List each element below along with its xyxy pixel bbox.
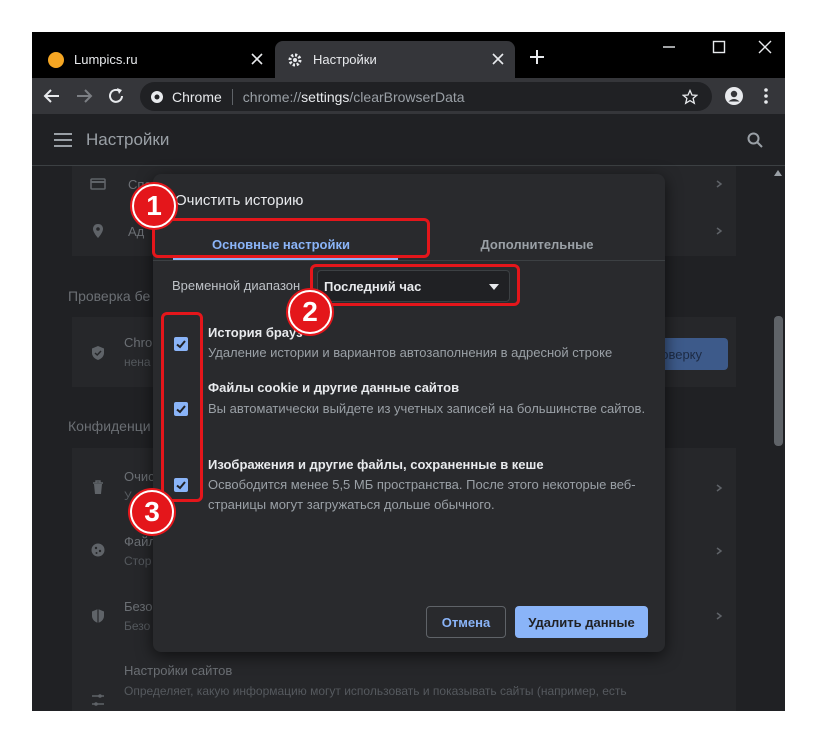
browser-window: Lumpics.ru Настройки Chrome chrome://set…	[32, 32, 785, 711]
minimize-icon[interactable]	[662, 40, 676, 54]
cancel-label: Отмена	[441, 614, 491, 630]
bookmark-star-icon[interactable]	[682, 89, 698, 105]
chevron-right-icon	[716, 547, 723, 555]
location-pin-icon	[93, 224, 103, 238]
delete-label: Удалить данные	[528, 614, 635, 630]
tab-settings[interactable]: Настройки	[275, 41, 515, 78]
annotation-badge-1: 1	[132, 184, 176, 228]
bg-section-safety-check: Проверка бе	[68, 288, 151, 304]
item-title-cookies: Файлы cookie и другие данные сайтов	[208, 380, 460, 395]
tab-advanced[interactable]: Дополнительные	[409, 224, 665, 264]
highlight-basic-tab	[152, 218, 430, 258]
bg-item-chrome-check-desc: нена	[124, 355, 151, 369]
dialog-divider	[153, 260, 665, 261]
chevron-right-icon	[716, 180, 723, 188]
close-tab-icon[interactable]	[491, 52, 505, 66]
settings-title: Настройки	[86, 130, 170, 149]
bg-item-clear-data-desc: У	[124, 489, 132, 503]
bg-item-site-settings: Настройки сайтов	[124, 663, 233, 678]
url-host: settings	[301, 88, 350, 105]
chevron-right-icon	[716, 227, 723, 235]
highlight-checkboxes	[161, 312, 203, 502]
annotation-badge-2: 2	[288, 290, 332, 334]
bg-item-cookies-desc: Стор	[124, 554, 152, 568]
tab-label: Настройки	[313, 52, 377, 67]
cookie-icon	[91, 543, 105, 557]
bg-item-security: Безо	[124, 599, 153, 614]
url-text: chrome://settings/clearBrowserData	[243, 89, 465, 105]
page-scrollbar[interactable]	[771, 166, 785, 711]
site-name: Chrome	[172, 88, 222, 105]
new-tab-plus-icon[interactable]	[529, 49, 545, 65]
item-desc-cache: Освободится менее 5,5 МБ пространства. П…	[208, 477, 636, 512]
bg-item-addresses: Ад	[128, 224, 145, 239]
back-arrow-icon[interactable]	[42, 86, 62, 106]
search-icon[interactable]	[747, 132, 763, 148]
settings-header: Настройки	[32, 114, 785, 166]
tab-strip: Lumpics.ru Настройки	[32, 32, 785, 78]
chrome-logo-icon	[151, 90, 163, 103]
shield-check-icon	[92, 346, 104, 360]
scroll-thumb[interactable]	[774, 316, 783, 446]
close-tab-icon[interactable]	[250, 52, 264, 66]
dialog-title: Очистить историю	[175, 192, 304, 209]
trash-icon	[93, 480, 103, 494]
bg-item-clear-data: Очис	[124, 469, 155, 484]
badge-number: 2	[302, 296, 318, 327]
tab-label: Lumpics.ru	[74, 52, 138, 67]
item-title-cache: Изображения и другие файлы, сохраненные …	[208, 457, 544, 472]
reload-icon[interactable]	[106, 86, 126, 106]
badge-number: 3	[144, 496, 160, 527]
hamburger-menu-icon[interactable]	[54, 132, 72, 148]
item-desc-history: Удаление истории и вариантов автозаполне…	[208, 345, 613, 360]
highlight-time-range	[310, 264, 520, 306]
bg-item-cookies: Файл	[124, 534, 156, 549]
time-range-label: Временной диапазон	[172, 278, 301, 293]
forward-arrow-icon[interactable]	[74, 86, 94, 106]
scroll-up-icon[interactable]	[774, 170, 782, 176]
url-prefix: chrome://	[242, 88, 302, 105]
gear-icon	[288, 53, 302, 66]
chevron-right-icon	[716, 484, 723, 492]
credit-card-icon	[90, 178, 106, 190]
profile-avatar-icon[interactable]	[724, 86, 744, 106]
item-title-history: История брауз	[208, 325, 303, 340]
tab-advanced-label: Дополнительные	[480, 236, 594, 252]
cancel-button[interactable]: Отмена	[426, 606, 506, 638]
security-shield-icon	[92, 609, 104, 623]
sliders-icon	[92, 694, 104, 706]
more-menu-icon[interactable]	[756, 86, 776, 106]
lumpics-favicon-icon	[48, 51, 64, 68]
bg-item-chrome-check: Chro	[124, 335, 153, 350]
bg-item-security-desc: Безо	[124, 619, 151, 633]
item-desc-cookies: Вы автоматически выйдете из учетных запи…	[208, 401, 646, 416]
url-path: /clearBrowserData	[349, 88, 465, 105]
badge-number: 1	[146, 190, 162, 221]
delete-data-button[interactable]: Удалить данные	[515, 606, 648, 638]
close-window-icon[interactable]	[758, 40, 772, 54]
maximize-icon[interactable]	[712, 40, 726, 54]
browser-toolbar: Chrome chrome://settings/clearBrowserDat…	[32, 78, 785, 114]
omnibox-separator	[231, 88, 233, 105]
chevron-right-icon	[716, 612, 723, 620]
address-bar[interactable]: Chrome chrome://settings/clearBrowserDat…	[140, 82, 712, 111]
bg-section-privacy: Конфиденци	[68, 418, 151, 434]
tab-lumpics[interactable]: Lumpics.ru	[36, 41, 274, 78]
annotation-badge-3: 3	[130, 490, 174, 534]
bg-item-site-settings-desc: Определяет, какую информацию могут испол…	[124, 684, 627, 698]
